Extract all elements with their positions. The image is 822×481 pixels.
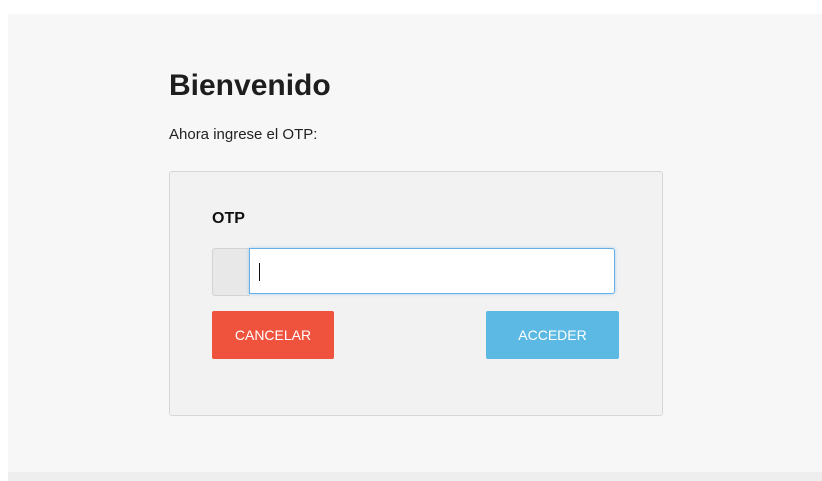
- otp-form-card: OTP CANCELAR ACCEDER: [169, 171, 663, 416]
- page-title: Bienvenido: [169, 69, 331, 102]
- otp-field-label: OTP: [212, 210, 245, 227]
- page-bottom-strip: [8, 472, 822, 481]
- text-cursor: [259, 263, 260, 281]
- otp-input[interactable]: [249, 248, 615, 294]
- otp-input-group: [212, 248, 619, 296]
- access-button[interactable]: ACCEDER: [486, 311, 619, 359]
- page-background: Bienvenido Ahora ingrese el OTP: OTP CAN…: [8, 14, 822, 472]
- cancel-button[interactable]: CANCELAR: [212, 311, 334, 359]
- otp-input-addon: [212, 248, 250, 296]
- page-subtitle: Ahora ingrese el OTP:: [169, 126, 318, 143]
